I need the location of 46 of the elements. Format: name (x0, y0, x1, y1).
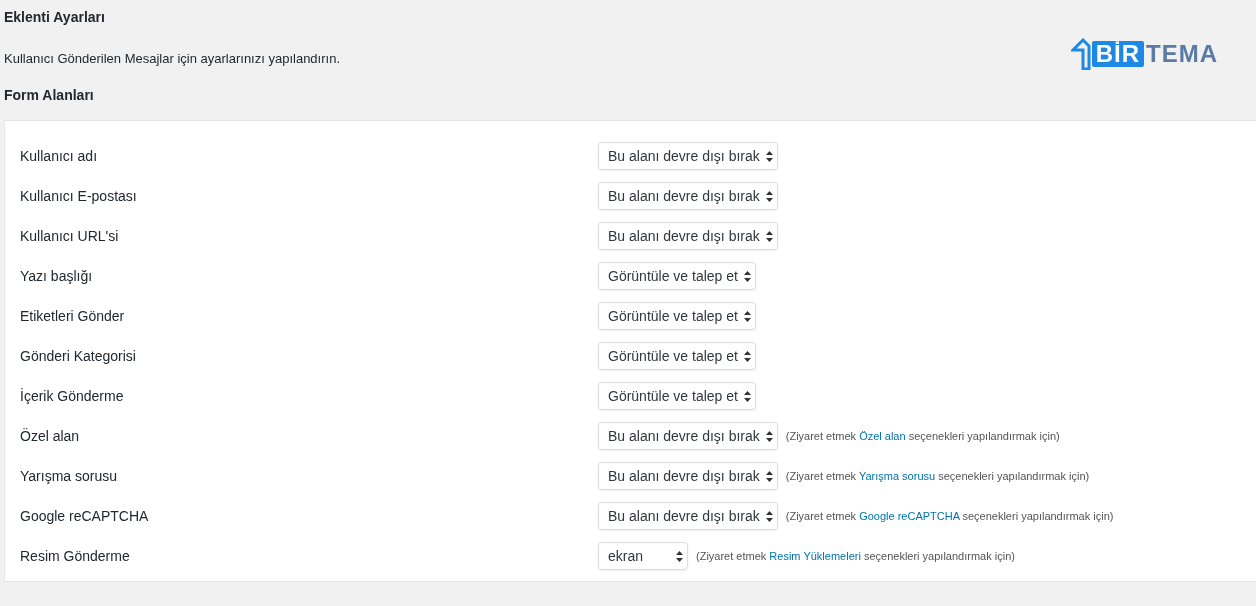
up-down-arrows-icon (744, 270, 751, 282)
settings-link[interactable]: Google reCAPTCHA (859, 510, 960, 522)
field-label: Özel alan (20, 428, 81, 444)
help-note: (Ziyaret etmek Özel alan seçenekleri yapılandırmak için) (785, 430, 1060, 442)
select-field[interactable]: Bu alanı devre dışı bırak (598, 462, 778, 490)
field-label: Yarışma sorusu (20, 468, 118, 484)
field-label: Etiketleri Gönder (20, 308, 126, 324)
section-title: Form Alanları (4, 86, 95, 104)
up-down-arrows-icon (744, 310, 751, 322)
field-label: Kullanıcı URL'si (20, 228, 120, 244)
select-field[interactable]: Görüntüle ve talep et (598, 262, 756, 290)
field-label: Kullanıcı E-postası (20, 188, 138, 204)
select-field[interactable]: Görüntüle ve talep et (598, 302, 756, 330)
page-title: Eklenti Ayarları (4, 8, 106, 26)
up-down-arrows-icon (744, 350, 751, 362)
page-description: Kullanıcı Gönderilen Mesajlar için ayarlarınızı yapılandırın. (4, 50, 340, 68)
up-down-arrows-icon (765, 430, 773, 442)
select-field[interactable]: Bu alanı devre dışı bırak (598, 422, 778, 450)
up-down-arrows-icon (765, 190, 773, 202)
help-note: (Ziyaret etmek Resim Yüklemeleri seçenekleri yapılandırmak için) (696, 550, 1015, 562)
settings-link[interactable]: Resim Yüklemeleri (769, 550, 861, 562)
up-down-arrows-icon (765, 470, 773, 482)
field-label: Kullanıcı adı (20, 148, 99, 164)
select-field[interactable]: Görüntüle ve talep et (598, 342, 756, 370)
field-label: İçerik Gönderme (20, 388, 125, 404)
help-note: (Ziyaret etmek Yarışma sorusu seçenekleri yapılandırmak için) (785, 470, 1090, 482)
select-field[interactable]: Bu alanı devre dışı bırak (598, 502, 778, 530)
select-field[interactable]: Görüntüle ve talep et (598, 382, 756, 410)
up-down-arrows-icon (744, 390, 751, 402)
select-field[interactable]: ekran (598, 542, 688, 570)
settings-link[interactable]: Yarışma sorusu (858, 470, 936, 482)
select-field[interactable]: Bu alanı devre dışı bırak (598, 182, 778, 210)
help-note: (Ziyaret etmek Google reCAPTCHA seçenekleri yapılandırmak için) (785, 510, 1114, 522)
field-label: Resim Gönderme (20, 548, 131, 564)
logo-text: BİR (1091, 41, 1144, 67)
field-label: Yazı başlığı (20, 268, 94, 284)
up-down-arrows-icon (676, 550, 683, 562)
select-field[interactable]: Bu alanı devre dışı bırak (598, 222, 778, 250)
up-down-arrows-icon (765, 230, 773, 242)
up-down-arrows-icon (765, 510, 773, 522)
field-label: Google reCAPTCHA (20, 508, 150, 524)
logo-text: TEMA (1146, 41, 1218, 67)
field-label: Gönderi Kategorisi (20, 348, 137, 364)
select-field[interactable]: Bu alanı devre dışı bırak (598, 142, 778, 170)
settings-link[interactable]: Özel alan (859, 430, 906, 442)
up-down-arrows-icon (765, 150, 773, 162)
